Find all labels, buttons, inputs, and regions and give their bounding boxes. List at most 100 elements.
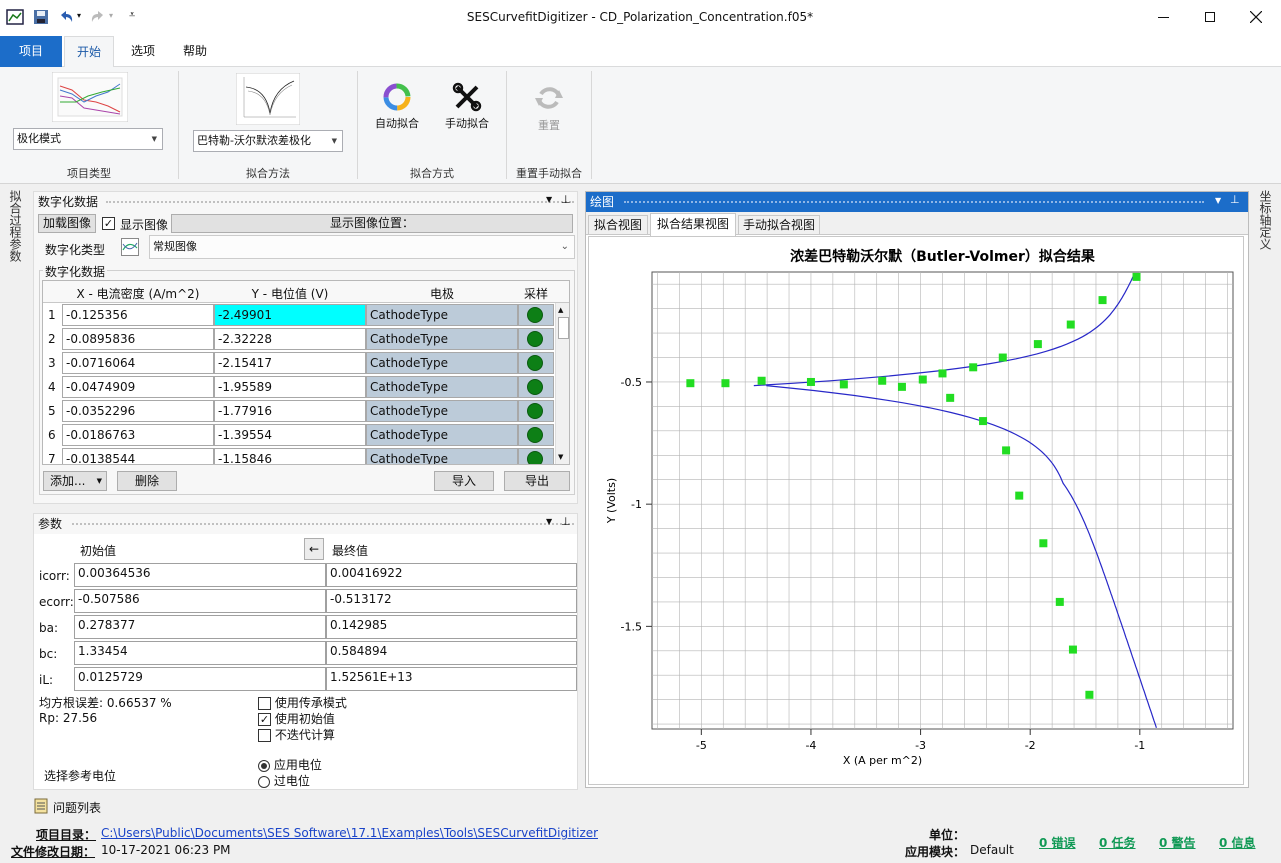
param-initial-input[interactable]: 0.00364536 <box>74 563 326 587</box>
scroll-down-icon[interactable]: ▼ <box>558 453 563 461</box>
table-row[interactable]: 1 -0.125356 -2.49901 CathodeType <box>43 303 555 327</box>
cell-sample[interactable] <box>518 376 554 398</box>
copy-final-to-initial-button[interactable]: ← <box>304 538 324 560</box>
cell-x[interactable]: -0.0895836 <box>62 328 214 350</box>
cell-sample[interactable] <box>518 448 554 464</box>
cell-x[interactable]: -0.0352296 <box>62 400 214 422</box>
undo-dropdown-icon[interactable]: ▾ <box>77 11 81 20</box>
tab-start[interactable]: 开始 <box>64 36 114 68</box>
cell-x[interactable]: -0.0186763 <box>62 424 214 446</box>
cell-sample[interactable] <box>518 424 554 446</box>
fit-method-thumbnail-icon[interactable] <box>236 73 300 125</box>
issue-list-icon[interactable] <box>34 798 48 814</box>
param-initial-input[interactable]: 0.0125729 <box>74 667 326 691</box>
close-icon[interactable] <box>1250 11 1262 23</box>
issue-list-label[interactable]: 问题列表 <box>53 799 101 816</box>
scroll-up-icon[interactable]: ▲ <box>558 306 563 314</box>
use-initial-checkbox[interactable]: ✓ <box>258 713 271 726</box>
cell-electrode[interactable]: CathodeType <box>366 352 518 374</box>
cell-electrode[interactable]: CathodeType <box>366 424 518 446</box>
option-initial[interactable]: ✓ 使用初始值 <box>258 710 335 727</box>
maximize-icon[interactable] <box>1205 12 1215 22</box>
no-iteration-checkbox[interactable] <box>258 729 271 742</box>
side-tab-axis-definition[interactable]: 坐标轴定义 <box>1258 190 1274 250</box>
table-row[interactable]: 3 -0.0716064 -2.15417 CathodeType <box>43 351 555 375</box>
undo-icon[interactable] <box>57 9 75 25</box>
minimize-icon[interactable] <box>1158 17 1169 18</box>
tab-help[interactable]: 帮助 <box>172 36 218 67</box>
column-header-sample[interactable]: 采样 <box>518 285 554 302</box>
cell-x[interactable]: -0.0716064 <box>62 352 214 374</box>
errors-link[interactable]: 0 错误 <box>1039 834 1076 851</box>
overpotential-radio[interactable] <box>258 775 270 788</box>
customize-toolbar-icon[interactable]: ⩡ <box>129 8 135 22</box>
manual-fit-button[interactable]: 手动拟合 <box>440 82 494 131</box>
cell-x[interactable]: -0.0474909 <box>62 376 214 398</box>
param-initial-input[interactable]: 1.33454 <box>74 641 326 665</box>
export-button[interactable]: 导出 <box>504 471 570 491</box>
ref-applied-option[interactable]: 应用电位 <box>258 756 322 773</box>
cell-electrode[interactable]: CathodeType <box>366 376 518 398</box>
pin-icon[interactable]: ⊥ <box>561 193 571 206</box>
param-final-input[interactable]: 1.52561E+13 <box>326 667 577 691</box>
cell-x[interactable]: -0.125356 <box>62 304 214 326</box>
tasks-link[interactable]: 0 任务 <box>1099 834 1136 851</box>
project-dir-link[interactable]: C:\Users\Public\Documents\SES Software\1… <box>101 826 598 840</box>
cell-y[interactable]: -1.39554 <box>214 424 366 446</box>
table-row[interactable]: 4 -0.0474909 -1.95589 CathodeType <box>43 375 555 399</box>
cell-sample[interactable] <box>518 328 554 350</box>
table-scrollbar[interactable]: ▲ ▼ <box>555 303 569 464</box>
param-final-input[interactable]: 0.584894 <box>326 641 577 665</box>
tab-options[interactable]: 选项 <box>120 36 166 67</box>
tab-fit-result-view[interactable]: 拟合结果视图 <box>650 213 736 236</box>
cell-y[interactable]: -2.15417 <box>214 352 366 374</box>
column-header-x[interactable]: X - 电流密度 (A/m^2) <box>62 285 214 302</box>
cell-x[interactable]: -0.0138544 <box>62 448 214 464</box>
cell-electrode[interactable]: CathodeType <box>366 448 518 464</box>
auto-fit-button[interactable]: 自动拟合 <box>370 82 424 131</box>
cell-sample[interactable] <box>518 352 554 374</box>
save-icon[interactable] <box>33 9 49 25</box>
applied-potential-radio[interactable] <box>258 759 270 772</box>
param-final-input[interactable]: 0.00416922 <box>326 563 577 587</box>
pane-dropdown-icon[interactable]: ▼ <box>546 195 552 204</box>
side-tab-fit-params[interactable]: 拟合过程参数 <box>8 190 24 262</box>
scroll-thumb[interactable] <box>558 317 569 339</box>
show-image-checkbox[interactable]: ✓ <box>102 217 115 230</box>
pane-dropdown-icon[interactable]: ▼ <box>546 517 552 526</box>
table-row[interactable]: 6 -0.0186763 -1.39554 CathodeType <box>43 423 555 447</box>
cell-electrode[interactable]: CathodeType <box>366 304 518 326</box>
column-header-y[interactable]: Y - 电位值 (V) <box>214 285 366 302</box>
cell-y[interactable]: -1.77916 <box>214 400 366 422</box>
fit-method-combo[interactable]: 巴特勒-沃尔默浓差极化 ▼ <box>193 130 343 152</box>
table-row[interactable]: 2 -0.0895836 -2.32228 CathodeType <box>43 327 555 351</box>
param-final-input[interactable]: -0.513172 <box>326 589 577 613</box>
table-row[interactable]: 7 -0.0138544 -1.15846 CathodeType <box>43 447 555 464</box>
ref-over-option[interactable]: 过电位 <box>258 772 310 789</box>
cell-y[interactable]: -2.49901 <box>214 304 366 326</box>
cell-electrode[interactable]: CathodeType <box>366 328 518 350</box>
param-initial-input[interactable]: 0.278377 <box>74 615 326 639</box>
digitize-type-combo[interactable]: 常规图像 ⌄ <box>149 235 575 259</box>
pin-icon[interactable]: ⊥ <box>1230 193 1240 206</box>
cell-y[interactable]: -2.32228 <box>214 328 366 350</box>
show-image-position-button[interactable]: 显示图像位置： <box>171 214 573 233</box>
delete-row-button[interactable]: 删除 <box>117 471 177 491</box>
infos-link[interactable]: 0 信息 <box>1219 834 1256 851</box>
legacy-mode-checkbox[interactable] <box>258 697 271 710</box>
pin-icon[interactable]: ⊥ <box>561 515 571 528</box>
option-legacy[interactable]: 使用传承模式 <box>258 694 347 711</box>
load-image-button[interactable]: 加载图像 <box>38 214 96 233</box>
pane-dropdown-icon[interactable]: ▼ <box>1215 196 1221 205</box>
option-noiter[interactable]: 不迭代计算 <box>258 726 335 743</box>
import-button[interactable]: 导入 <box>434 471 494 491</box>
project-type-combo[interactable]: 极化模式 ▼ <box>13 128 163 150</box>
cell-y[interactable]: -1.95589 <box>214 376 366 398</box>
table-row[interactable]: 5 -0.0352296 -1.77916 CathodeType <box>43 399 555 423</box>
param-initial-input[interactable]: -0.507586 <box>74 589 326 613</box>
cell-sample[interactable] <box>518 304 554 326</box>
tab-manual-fit-view[interactable]: 手动拟合视图 <box>738 215 820 235</box>
tab-project[interactable]: 项目 <box>0 36 62 67</box>
param-final-input[interactable]: 0.142985 <box>326 615 577 639</box>
cell-sample[interactable] <box>518 400 554 422</box>
